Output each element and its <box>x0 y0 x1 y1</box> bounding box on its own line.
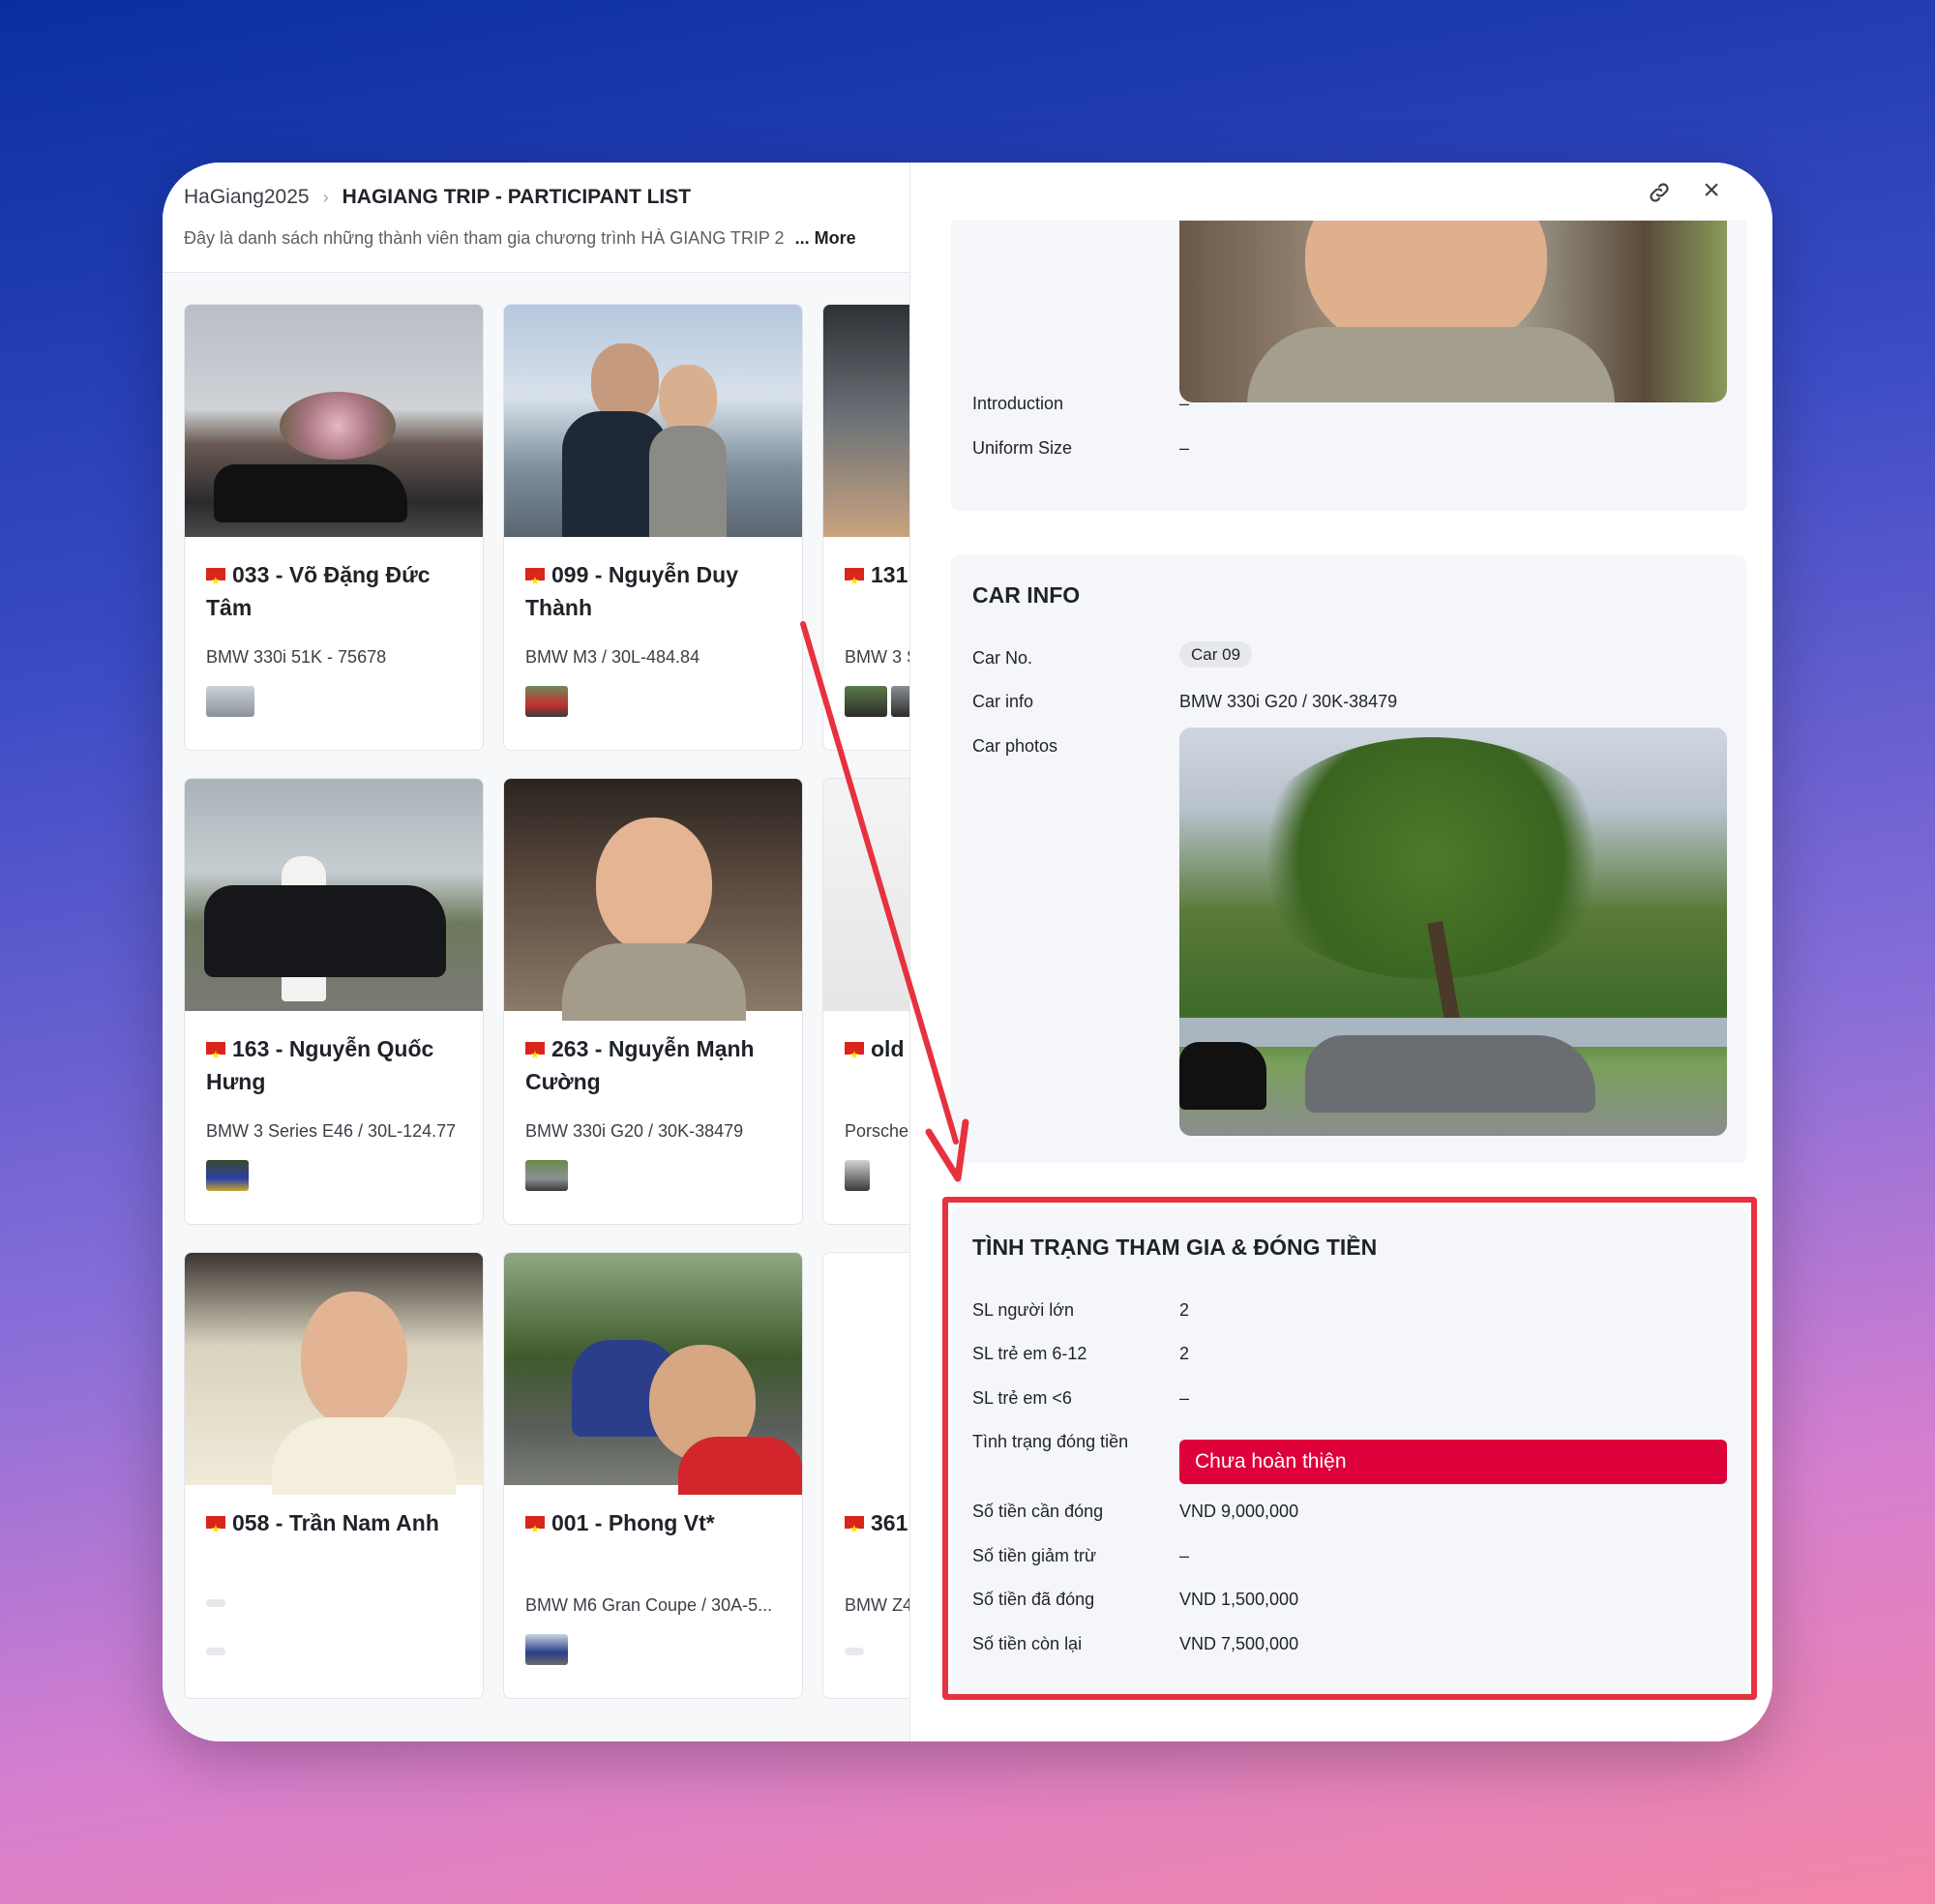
participant-card[interactable]: old - Hoàng Porsche <box>822 778 909 1225</box>
car-thumbnail[interactable] <box>845 686 887 717</box>
car-photo[interactable] <box>1179 728 1727 1136</box>
participant-card[interactable]: 099 - Nguyễn Duy Thành BMW M3 / 30L-484.… <box>503 304 803 751</box>
vietnam-flag-icon <box>206 565 225 598</box>
participant-gallery: HaGiang2025 › HAGIANG TRIP - PARTICIPANT… <box>163 163 909 1741</box>
car-thumbnail[interactable] <box>525 1634 568 1665</box>
participant-name: 058 - Trần Nam Anh <box>206 1506 467 1546</box>
car-thumbnails <box>206 1160 249 1191</box>
car-info-title: CAR INFO <box>972 582 1081 608</box>
participant-car: BMW 3 Series E46 / 30L-124.77 <box>206 1121 457 1141</box>
link-icon[interactable] <box>1647 180 1672 205</box>
car-thumbnails <box>525 686 568 717</box>
chevron-right-icon: › <box>322 187 329 207</box>
participant-name: 099 - Nguyễn Duy Thành <box>525 558 787 624</box>
participant-photo <box>185 779 483 1011</box>
participant-card[interactable]: 131 - Long BMW 3 S <box>822 304 909 751</box>
car-thumbnails <box>845 1160 870 1191</box>
vietnam-flag-icon <box>525 1513 545 1546</box>
profile-section: Introduction – Uniform Size – <box>951 221 1746 511</box>
participant-name: 001 - Phong Vt* <box>525 1506 787 1546</box>
car-thumbnails <box>845 686 909 717</box>
page-title: HAGIANG TRIP - PARTICIPANT LIST <box>342 186 692 208</box>
profile-photo[interactable] <box>1179 221 1727 402</box>
breadcrumb: HaGiang2025 › HAGIANG TRIP - PARTICIPANT… <box>184 186 691 209</box>
car-thumbnail[interactable] <box>525 686 568 717</box>
introduction-value: – <box>1179 394 1190 413</box>
vietnam-flag-icon <box>845 565 864 598</box>
vietnam-flag-icon <box>525 1039 545 1072</box>
participant-card[interactable]: 361 BMW Z4 <box>822 1252 909 1699</box>
placeholder-bar <box>206 1599 225 1607</box>
vietnam-flag-icon <box>206 1039 225 1072</box>
participant-name: 131 - Long <box>845 558 909 598</box>
participant-car: BMW 330i 51K - 75678 <box>206 647 387 667</box>
participant-photo <box>504 305 802 537</box>
car-thumbnails <box>525 1634 568 1665</box>
participant-photo <box>504 1253 802 1495</box>
panel-actions: × <box>1482 163 1772 221</box>
participant-car: BMW M3 / 30L-484.84 <box>525 647 700 667</box>
participant-car: BMW Z4 <box>845 1595 909 1615</box>
highlight-box <box>942 1197 1757 1700</box>
car-thumbnail[interactable] <box>206 1160 249 1191</box>
car-no-value: Car 09 <box>1179 641 1253 668</box>
car-info-section: CAR INFO Car No. Car 09 Car info BMW 330… <box>951 555 1746 1163</box>
vietnam-flag-icon <box>845 1513 864 1546</box>
car-no-chip: Car 09 <box>1179 641 1253 668</box>
car-no-label: Car No. <box>972 648 1033 668</box>
participant-photo <box>823 779 909 1011</box>
participant-photo <box>504 779 802 1021</box>
breadcrumb-workspace[interactable]: HaGiang2025 <box>184 186 310 209</box>
page-description: Đây là danh sách những thành viên tham g… <box>184 228 856 249</box>
uniform-size-label: Uniform Size <box>972 438 1073 458</box>
car-thumbnail[interactable] <box>206 686 254 717</box>
car-photos-label: Car photos <box>972 736 1058 756</box>
participant-card[interactable]: 263 - Nguyễn Mạnh Cường BMW 330i G20 / 3… <box>503 778 803 1225</box>
uniform-size-value: – <box>1179 438 1190 458</box>
participant-name: 263 - Nguyễn Mạnh Cường <box>525 1032 787 1098</box>
participant-photo <box>185 305 483 537</box>
placeholder-bar <box>845 1648 864 1655</box>
participant-car: BMW 3 S <box>845 647 909 667</box>
car-info-value: BMW 330i G20 / 30K-38479 <box>1179 692 1398 711</box>
participant-card[interactable]: 163 - Nguyễn Quốc Hưng BMW 3 Series E46 … <box>184 778 484 1225</box>
participant-car: BMW 330i G20 / 30K-38479 <box>525 1121 744 1141</box>
description-text: Đây là danh sách những thành viên tham g… <box>184 228 785 248</box>
participant-name: 033 - Võ Đặng Đức Tâm <box>206 558 467 624</box>
car-info-label: Car info <box>972 692 1034 711</box>
participant-name: old - Hoàng <box>845 1032 909 1072</box>
participant-name: 163 - Nguyễn Quốc Hưng <box>206 1032 467 1098</box>
participant-photo <box>185 1253 483 1495</box>
vietnam-flag-icon <box>525 565 545 598</box>
participant-car: Porsche <box>845 1121 909 1141</box>
participant-photo <box>823 305 909 537</box>
participant-card[interactable]: 033 - Võ Đặng Đức Tâm BMW 330i 51K - 756… <box>184 304 484 751</box>
more-link[interactable]: ... More <box>795 228 856 248</box>
car-thumbnails <box>206 686 254 717</box>
page-header: HaGiang2025 › HAGIANG TRIP - PARTICIPANT… <box>163 163 909 273</box>
participant-car: BMW M6 Gran Coupe / 30A-5... <box>525 1595 773 1615</box>
vietnam-flag-icon <box>845 1039 864 1072</box>
car-thumbnail[interactable] <box>845 1160 870 1191</box>
participant-card[interactable]: 058 - Trần Nam Anh <box>184 1252 484 1699</box>
participant-name: 361 <box>845 1506 909 1546</box>
car-thumbnails <box>525 1160 568 1191</box>
participant-photo <box>823 1253 909 1485</box>
vietnam-flag-icon <box>206 1513 225 1546</box>
car-thumbnail[interactable] <box>891 686 909 717</box>
participant-card[interactable]: 001 - Phong Vt* BMW M6 Gran Coupe / 30A-… <box>503 1252 803 1699</box>
car-thumbnail[interactable] <box>525 1160 568 1191</box>
introduction-label: Introduction <box>972 394 1064 413</box>
close-icon[interactable]: × <box>1697 176 1726 205</box>
placeholder-bar <box>206 1648 225 1655</box>
